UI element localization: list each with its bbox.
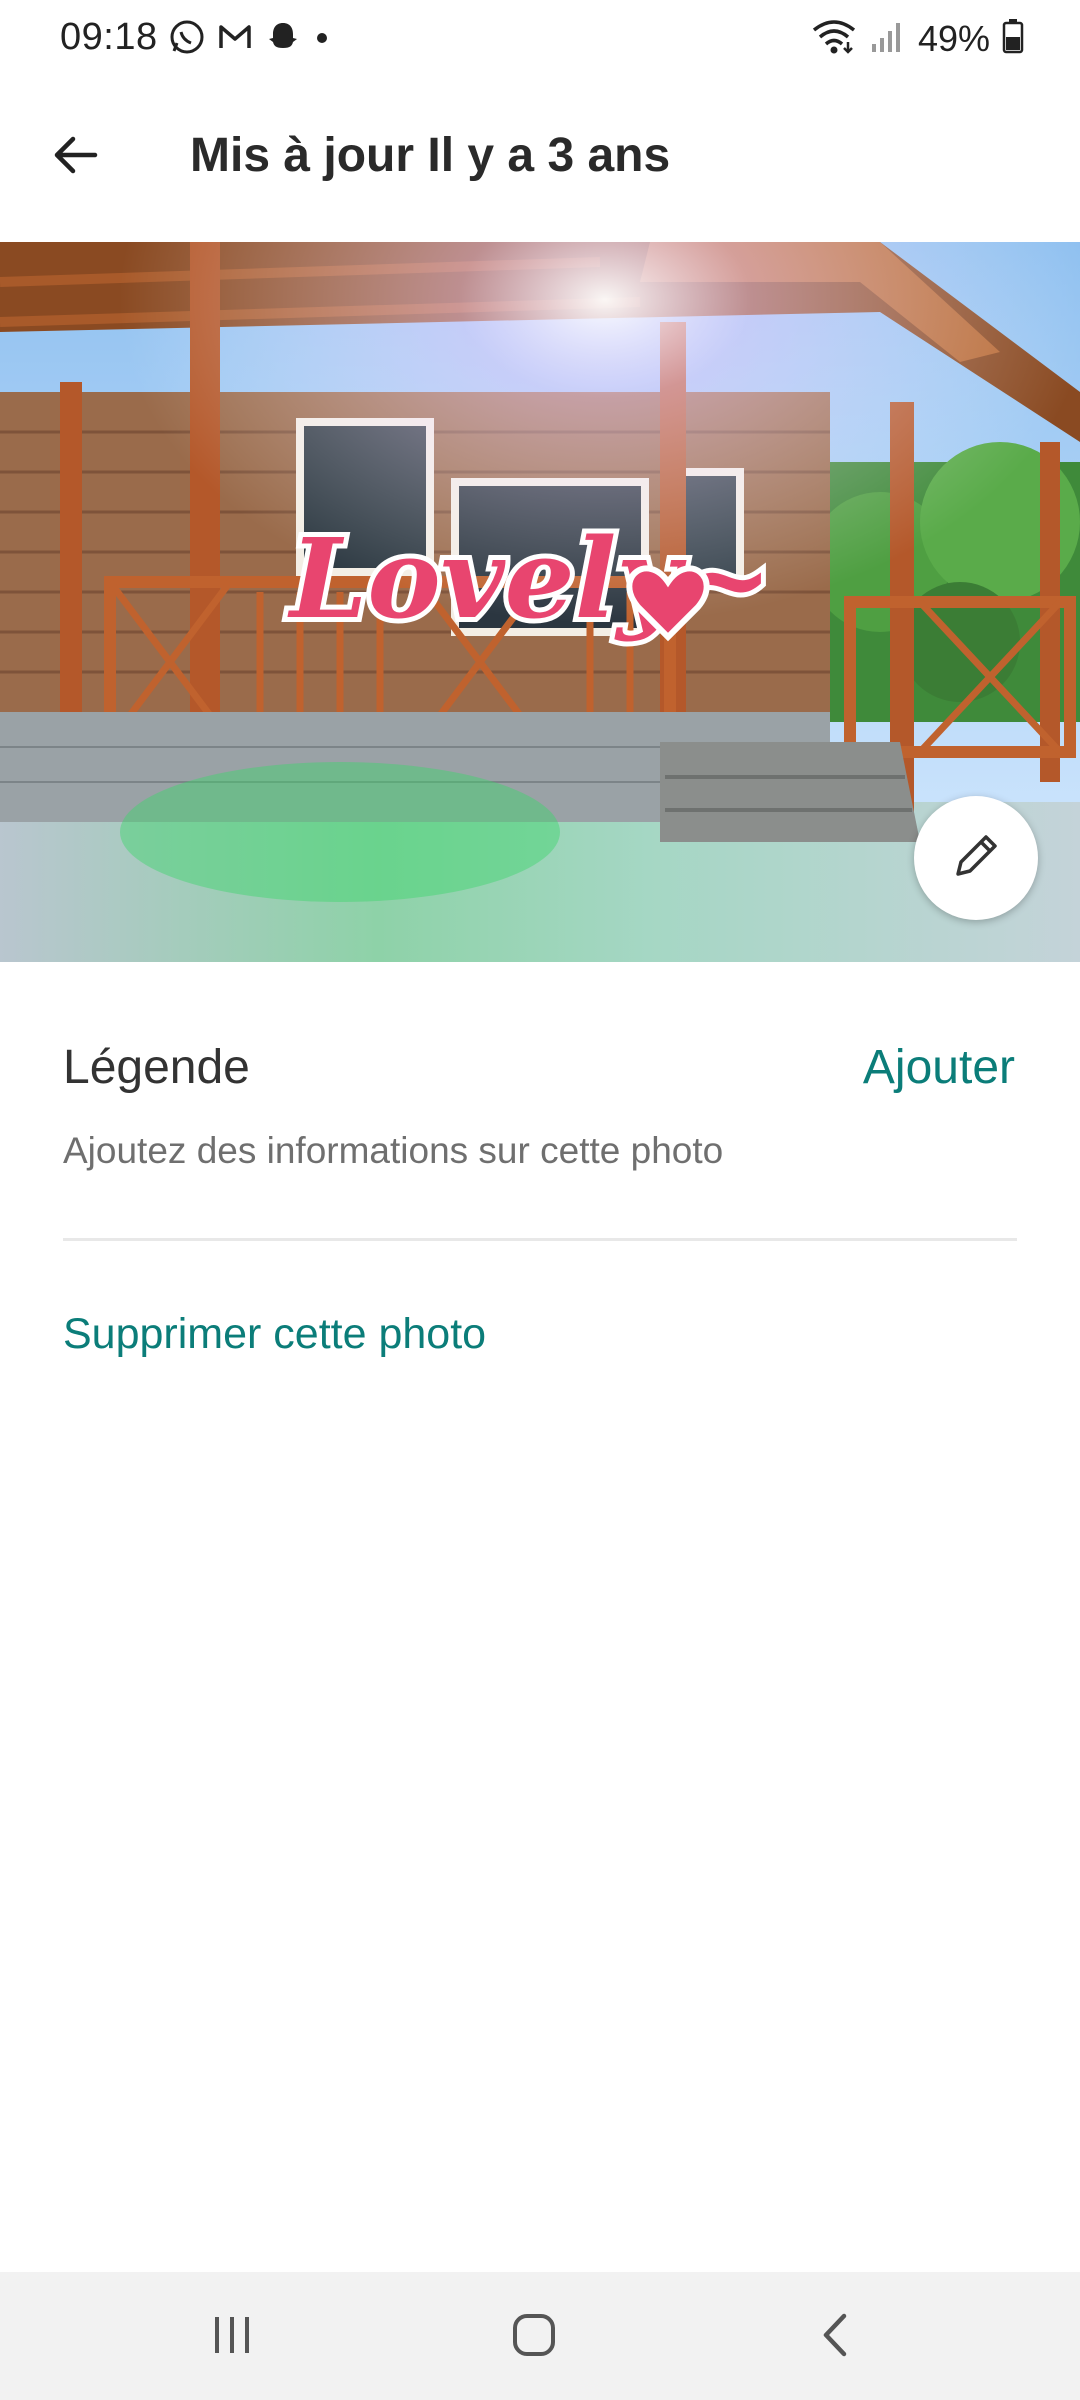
add-caption-button[interactable]: Ajouter (863, 1040, 1015, 1095)
battery-icon (1002, 18, 1024, 59)
status-time: 09:18 (60, 16, 158, 58)
recent-apps-icon (207, 2313, 257, 2362)
pencil-icon (946, 826, 1006, 891)
back-icon (814, 2310, 858, 2365)
dot-icon (312, 18, 332, 61)
whatsapp-icon (168, 18, 206, 61)
wifi-icon (810, 16, 858, 61)
gmail-icon (216, 18, 254, 61)
system-navigation-bar (0, 2272, 1080, 2400)
notification-icons (168, 18, 332, 61)
nav-back-button[interactable] (796, 2302, 876, 2372)
divider (63, 1238, 1017, 1241)
caption-label: Légende (63, 1041, 250, 1094)
snapchat-icon (264, 18, 302, 61)
caption-row: Légende Ajouter (63, 1040, 1015, 1110)
status-right: 49% (810, 16, 1024, 61)
home-icon (509, 2310, 559, 2365)
top-app-bar: Mis à jour Il y a 3 ans (0, 80, 1080, 240)
battery-percentage: 49% (917, 17, 990, 59)
page-title: Mis à jour Il y a 3 ans (190, 129, 671, 182)
recent-apps-button[interactable] (192, 2302, 272, 2372)
back-button[interactable] (40, 122, 110, 192)
listing-photo[interactable]: Lovely~ (0, 242, 1080, 962)
arrow-left-icon (49, 129, 101, 186)
home-button[interactable] (494, 2302, 574, 2372)
signal-icon (870, 18, 906, 59)
caption-hint: Ajoutez des informations sur cette photo (63, 1130, 724, 1171)
status-bar: 09:18 49% (0, 0, 1080, 80)
edit-photo-button[interactable] (914, 796, 1038, 920)
delete-photo-button[interactable]: Supprimer cette photo (63, 1310, 486, 1359)
